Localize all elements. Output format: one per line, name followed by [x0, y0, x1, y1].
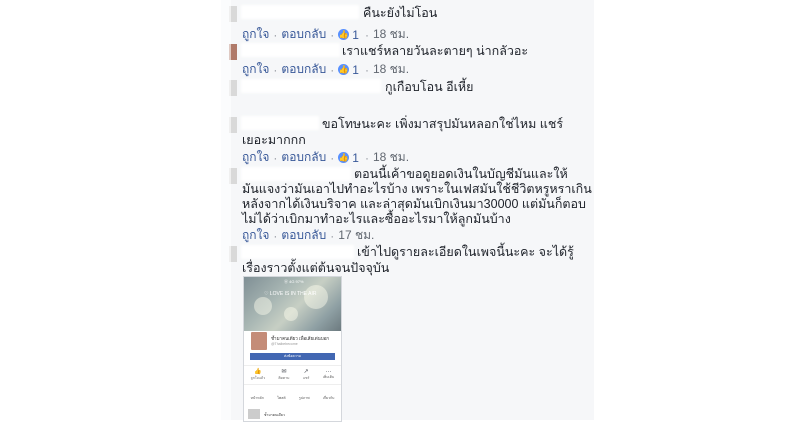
comment-text-line: ไม่ได้ว่าเบิกมาทำอะไรและซื้ออะไรมาให้ลูก…: [242, 212, 511, 226]
message-button: ส่งข้อความ: [250, 353, 335, 360]
comment-text: คืนะยังไม่โอน: [363, 6, 438, 20]
cover-title: ♡ LOVE IS IN THE AIR: [264, 291, 317, 297]
comment-text-line: เรื่องราวตั้งแต่ต้นจนปัจจุบัน: [242, 261, 390, 275]
page-gutter: [221, 0, 231, 420]
page-handle: @Thaibebecome: [271, 342, 298, 346]
cover-photo: Ⓐ 4G 97% ♡ LOVE IS IN THE AIR: [244, 277, 341, 331]
comment-actions: ถูกใจ · ตอบกลับ · 👍 1 · 18 ชม.: [242, 60, 409, 79]
like-icon: 👍: [254, 369, 262, 375]
comment-actions: ถูกใจ · ตอบกลับ · 👍 1 · 18 ชม.: [242, 148, 409, 167]
like-count[interactable]: 1: [352, 151, 359, 165]
like-link[interactable]: ถูกใจ: [242, 60, 269, 79]
page-name: ช้ำมาคนเดียว เพื่อเสียเด่นบอก: [271, 336, 329, 341]
comment-actions: ถูกใจ · ตอบกลับ · 17 ชม.: [242, 226, 374, 245]
comment-text-line: หลังจากได้เงินบริจาค และล่าสุดมันเบิกเงิ…: [242, 197, 586, 211]
status-bar: Ⓐ 4G 97%: [284, 279, 304, 284]
comment-text-line: ตอนนี้เค้าขอดูยอดเงินในบัญชีมันและให้: [354, 167, 568, 181]
blurred-name: [241, 116, 319, 130]
post-thumbnail: [248, 409, 260, 419]
page-tab: โพสต์: [277, 396, 286, 400]
timestamp[interactable]: 18 ชม.: [373, 60, 409, 79]
separator: ·: [330, 228, 335, 243]
like-reaction-icon[interactable]: 👍: [338, 152, 350, 163]
page-avatar: [250, 331, 268, 351]
blurred-name: [241, 5, 359, 19]
page-tab: เกี่ยวกับ: [322, 396, 335, 400]
action-share: ↗ แชร์: [303, 366, 310, 384]
timestamp[interactable]: 17 ชม.: [338, 226, 374, 245]
separator: ·: [273, 27, 278, 42]
like-count[interactable]: 1: [352, 63, 359, 77]
like-reaction-icon[interactable]: 👍: [338, 64, 350, 75]
reply-link[interactable]: ตอบกลับ: [281, 226, 326, 245]
action-liked: 👍 ถูกใจแล้ว: [251, 366, 265, 384]
cover-decoration: [254, 297, 272, 315]
post-author: ช้ำมาคนเดียว: [264, 413, 285, 417]
follow-icon: ✉: [281, 369, 287, 375]
more-icon: …: [325, 368, 332, 374]
action-follow: ✉ ติดตาม: [278, 366, 289, 384]
separator: ·: [364, 27, 369, 42]
comment-text-line: ขอโทษนะคะ เพิ่งมาสรุปมันหลอกใช่ไหม แชร์: [322, 117, 564, 131]
like-link[interactable]: ถูกใจ: [242, 226, 269, 245]
separator: ·: [364, 62, 369, 77]
comment-text-line: มันแจงว่ามันเอาไปทำอะไรบ้าง เพราะในเฟสมั…: [242, 182, 592, 196]
page-tab: หน้าหลัก: [250, 396, 264, 400]
page-tab: รูปภาพ: [298, 396, 310, 400]
like-reaction-icon[interactable]: 👍: [338, 29, 350, 40]
blurred-name: [241, 167, 351, 181]
action-label: แชร์: [302, 376, 310, 380]
comment-text-line: เข้าไปดูรายละเอียดในเพจนี้นะคะ จะได้รู้: [357, 245, 574, 259]
separator: ·: [330, 27, 335, 42]
action-label: ถูกใจแล้ว: [250, 376, 266, 380]
comment-text: เราแชร์หลายวันละตายๆ น่ากลัวอะ: [342, 44, 529, 58]
reply-link[interactable]: ตอบกลับ: [281, 60, 326, 79]
like-link[interactable]: ถูกใจ: [242, 25, 269, 44]
attached-screenshot[interactable]: Ⓐ 4G 97% ♡ LOVE IS IN THE AIR ช้ำมาคนเดี…: [243, 276, 342, 422]
blurred-name: [241, 79, 381, 93]
blurred-name: [241, 245, 354, 259]
separator: ·: [273, 228, 278, 243]
separator: ·: [330, 62, 335, 77]
page-tabs: หน้าหลัก โพสต์ รูปภาพ เกี่ยวกับ: [244, 395, 341, 401]
timestamp[interactable]: 18 ชม.: [373, 25, 409, 44]
action-label: ติดตาม: [278, 376, 290, 380]
comment-text: กูเกือบโอน อีเหี้ย: [385, 80, 474, 94]
reply-link[interactable]: ตอบกลับ: [281, 148, 326, 167]
page-actions: 👍 ถูกใจแล้ว ✉ ติดตาม ↗ แชร์ … เพิ่มเติม: [244, 365, 341, 385]
separator: ·: [330, 150, 335, 165]
action-more: … เพิ่มเติม: [323, 366, 335, 384]
separator: ·: [273, 62, 278, 77]
cover-decoration: [284, 307, 298, 321]
blurred-name: [241, 43, 340, 57]
share-icon: ↗: [303, 369, 309, 375]
separator: ·: [364, 150, 369, 165]
like-count[interactable]: 1: [352, 28, 359, 42]
separator: ·: [273, 150, 278, 165]
comment-actions: ถูกใจ · ตอบกลับ · 👍 1 · 18 ชม.: [242, 25, 409, 44]
action-label: เพิ่มเติม: [322, 375, 335, 379]
comment-text-line: เยอะมากกก: [242, 133, 306, 147]
reply-link[interactable]: ตอบกลับ: [281, 25, 326, 44]
timestamp[interactable]: 18 ชม.: [373, 148, 409, 167]
like-link[interactable]: ถูกใจ: [242, 148, 269, 167]
cover-decoration: [304, 285, 328, 309]
